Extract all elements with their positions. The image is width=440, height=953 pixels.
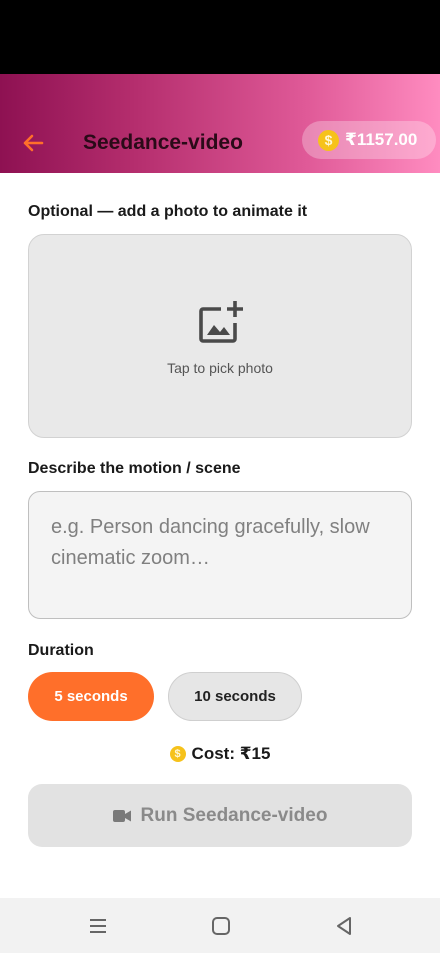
coin-icon: $: [318, 129, 339, 151]
duration-10s-chip[interactable]: 10 seconds: [168, 672, 302, 721]
videocam-icon: [112, 809, 131, 822]
page-title: Seedance-video: [83, 131, 243, 154]
home-icon[interactable]: [209, 914, 233, 938]
system-nav-bar: [0, 898, 440, 953]
app-bar: Seedance-video $ ₹1157.00: [0, 74, 440, 173]
add-photo-icon: [199, 301, 243, 343]
status-bar: [0, 0, 440, 74]
photo-section-label: Optional — add a photo to animate it: [28, 203, 308, 220]
duration-5s-chip[interactable]: 5 seconds: [28, 672, 154, 721]
photo-hint: Tap to pick photo: [167, 360, 273, 376]
wallet-balance-pill[interactable]: $ ₹1157.00: [302, 121, 436, 159]
run-button-label: Run Seedance-video: [140, 804, 328, 826]
back-triangle-icon[interactable]: [332, 914, 356, 938]
run-button[interactable]: Run Seedance-video: [28, 784, 412, 847]
menu-icon[interactable]: [86, 914, 110, 938]
cost-text: Cost: ₹15: [191, 744, 271, 763]
back-button[interactable]: [18, 128, 48, 158]
prompt-section-label: Describe the motion / scene: [28, 460, 241, 477]
duration-label: Duration: [28, 642, 94, 659]
arrow-left-icon: [23, 134, 44, 152]
balance-amount: ₹1157.00: [345, 130, 418, 149]
coin-icon: $: [169, 746, 186, 762]
cost-row: $ Cost: ₹15: [0, 742, 440, 766]
motion-description-input[interactable]: [28, 491, 412, 619]
photo-picker[interactable]: Tap to pick photo: [28, 234, 412, 438]
